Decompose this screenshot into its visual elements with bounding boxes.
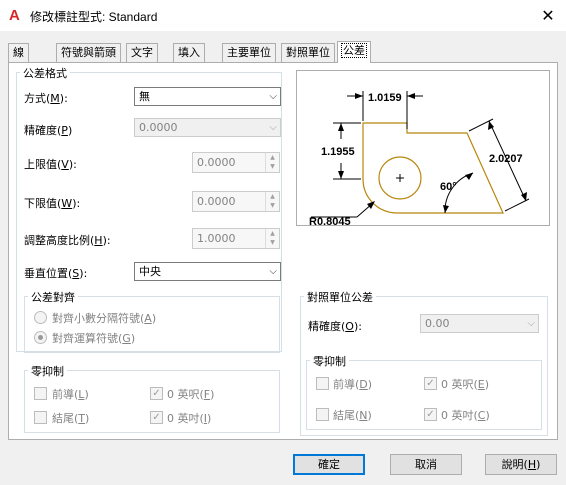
align-decimal-radio[interactable] <box>34 311 47 324</box>
dim-left: 1.1955 <box>321 146 355 158</box>
alt-zero-inches-checkbox[interactable]: ✓ <box>424 408 437 421</box>
tab-fit[interactable]: 填入 <box>173 43 205 62</box>
alt-precision-label: 精確度(O): <box>308 320 362 333</box>
vertical-position-label: 垂直位置(S): <box>24 267 88 280</box>
tab-label: 文字 <box>131 46 153 59</box>
upper-value-stepper[interactable]: 0.0000 ▲ ▼ <box>192 152 280 173</box>
tab-label: 主要單位 <box>227 46 271 59</box>
leading-checkbox[interactable] <box>34 387 47 400</box>
spin-up-icon[interactable]: ▲ <box>266 192 279 201</box>
scale-height-stepper[interactable]: 1.0000 ▲ ▼ <box>192 228 280 249</box>
lower-value-stepper[interactable]: 0.0000 ▲ ▼ <box>192 191 280 212</box>
alt-trailing-checkbox[interactable] <box>316 408 329 421</box>
tab-tolerances[interactable]: 公差 <box>337 41 371 63</box>
radio-selected-dot <box>38 335 43 340</box>
spin-up-icon[interactable]: ▲ <box>266 153 279 162</box>
alt-zero-inches-label: 0 英吋(C) <box>441 409 490 422</box>
tab-label: 填入 <box>178 46 200 59</box>
cancel-button[interactable]: 取消 <box>390 454 462 475</box>
close-icon[interactable]: ✕ <box>536 5 560 27</box>
tab-label: 符號與箭頭 <box>61 46 116 59</box>
dim-radius: R0.8045 <box>309 216 351 225</box>
ok-button[interactable]: 確定 <box>293 454 365 475</box>
help-button[interactable]: 說明(H) <box>485 454 557 475</box>
trailing-checkbox[interactable] <box>34 411 47 424</box>
check-icon: ✓ <box>152 412 161 423</box>
dim-right: 2.0207 <box>489 153 523 165</box>
alt-leading-label: 前導(D) <box>333 378 373 391</box>
method-value: 無 <box>139 90 150 103</box>
zero-inches-checkbox[interactable]: ✓ <box>150 411 163 424</box>
spin-up-icon[interactable]: ▲ <box>266 229 279 238</box>
lower-value-label: 下限值(W): <box>24 197 81 210</box>
chevron-down-icon: ⌵ <box>269 266 277 277</box>
autocad-app-icon: A <box>9 7 20 24</box>
dim-angle: 60° <box>440 181 457 193</box>
method-select[interactable]: 無 ⌵ <box>134 87 281 106</box>
align-operator-label: 對齊運算符號(G) <box>52 332 136 345</box>
check-icon: ✓ <box>152 388 161 399</box>
method-label: 方式(M): <box>24 92 68 105</box>
spin-down-icon[interactable]: ▼ <box>266 201 279 210</box>
tab-label: 線 <box>13 46 24 59</box>
preview-panel: 1.0159 1.1955 2.0207 60° R0.8045 <box>296 70 550 228</box>
chevron-down-icon: ⌵ <box>527 318 535 329</box>
alt-precision-value: 0.00 <box>425 317 450 330</box>
check-icon: ✓ <box>426 378 435 389</box>
trailing-label: 結尾(T) <box>52 412 90 425</box>
scale-height-label: 調整高度比例(H): <box>24 234 111 247</box>
lower-value: 0.0000 <box>197 195 236 208</box>
group-title: 公差對齊 <box>28 289 78 305</box>
precision-select[interactable]: 0.0000 ⌵ <box>134 118 281 137</box>
title-bar: A 修改標註型式: Standard ✕ <box>0 0 566 32</box>
tab-primary-units[interactable]: 主要單位 <box>222 43 276 62</box>
tab-lines[interactable]: 線 <box>8 43 29 62</box>
tab-symbols-arrows[interactable]: 符號與箭頭 <box>56 43 121 62</box>
alt-zero-feet-checkbox[interactable]: ✓ <box>424 377 437 390</box>
scale-height-value: 1.0000 <box>197 232 236 245</box>
precision-value: 0.0000 <box>139 121 178 134</box>
align-decimal-label: 對齊小數分隔符號(A) <box>52 312 157 325</box>
tab-text[interactable]: 文字 <box>126 43 158 62</box>
zero-inches-label: 0 英吋(I) <box>167 412 212 425</box>
alt-trailing-label: 結尾(N) <box>333 409 372 422</box>
vertical-position-select[interactable]: 中央 ⌵ <box>134 262 281 281</box>
alt-zero-feet-label: 0 英呎(E) <box>441 378 490 391</box>
chevron-down-icon: ⌵ <box>269 122 277 133</box>
upper-value: 0.0000 <box>197 156 236 169</box>
leading-label: 前導(L) <box>52 388 89 401</box>
zero-feet-checkbox[interactable]: ✓ <box>150 387 163 400</box>
group-title: 零抑制 <box>28 363 67 379</box>
spin-down-icon[interactable]: ▼ <box>266 238 279 247</box>
dim-top: 1.0159 <box>368 92 402 104</box>
tab-label: 對照單位 <box>286 46 330 59</box>
upper-value-label: 上限值(V): <box>24 158 77 171</box>
group-title: 對照單位公差 <box>304 289 376 305</box>
group-title: 公差格式 <box>20 65 70 81</box>
part-outline <box>362 122 504 214</box>
preview-drawing: 1.0159 1.1955 2.0207 60° R0.8045 <box>309 91 530 228</box>
precision-label: 精確度(P) <box>24 124 73 137</box>
group-title: 零抑制 <box>310 353 349 369</box>
tab-label: 公差 <box>341 43 367 58</box>
zero-feet-label: 0 英呎(F) <box>167 388 215 401</box>
align-operator-radio[interactable] <box>34 331 47 344</box>
alt-precision-select[interactable]: 0.00 ⌵ <box>420 314 539 333</box>
spin-down-icon[interactable]: ▼ <box>266 162 279 171</box>
alt-leading-checkbox[interactable] <box>316 377 329 390</box>
check-icon: ✓ <box>426 409 435 420</box>
window-title: 修改標註型式: Standard <box>30 10 158 24</box>
vertical-position-value: 中央 <box>139 265 161 278</box>
chevron-down-icon: ⌵ <box>269 91 277 102</box>
tab-alternate-units[interactable]: 對照單位 <box>281 43 335 62</box>
